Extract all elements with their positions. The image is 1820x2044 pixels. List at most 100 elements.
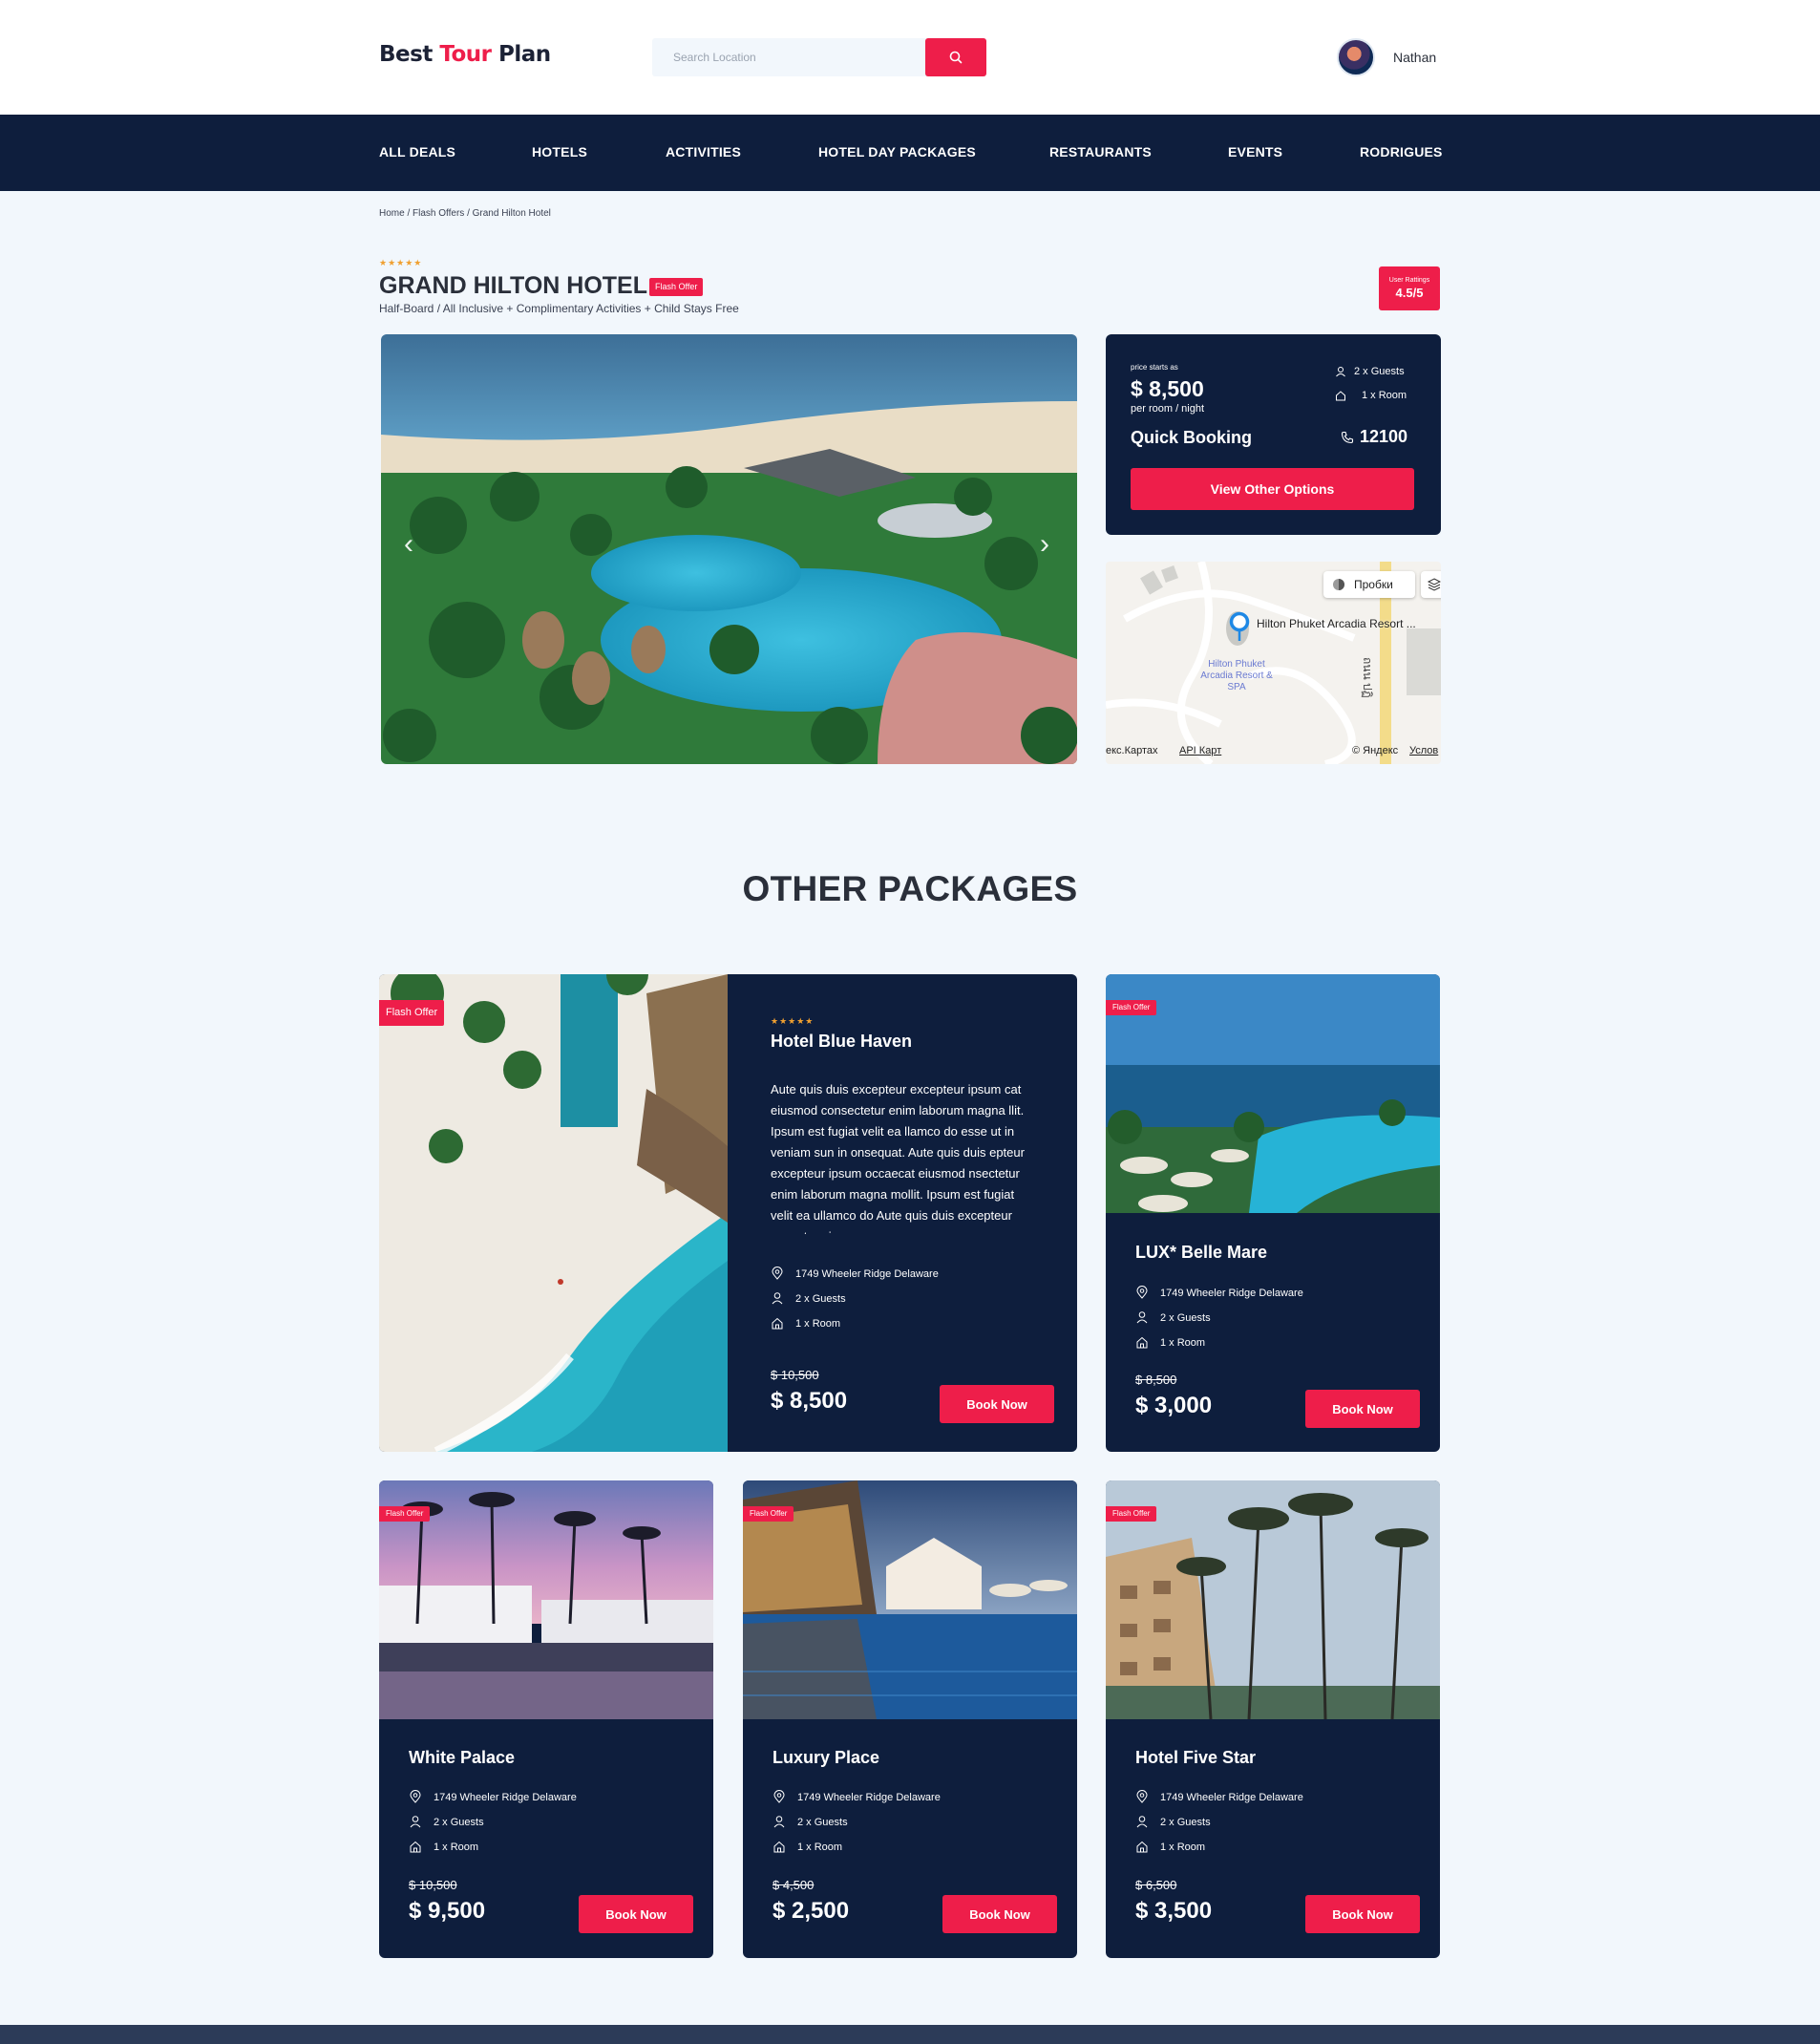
package-name: Hotel Blue Haven — [771, 1032, 913, 1051]
rooms-row: 1 x Room — [772, 1840, 842, 1853]
location-map[interactable]: Пробки Hilton Phuket Arcadia Resort ... … — [1106, 562, 1441, 764]
address-row: 1749 Wheeler Ridge Delaware — [1135, 1790, 1303, 1803]
rooms-row: 1 x Room — [1135, 1840, 1205, 1853]
package-name: Hotel Five Star — [1135, 1748, 1257, 1767]
user-rating-badge: User Rattings 4.5/5 — [1379, 266, 1440, 310]
rating-value: 4.5/5 — [1395, 286, 1424, 300]
address-row: 1749 Wheeler Ridge Delaware — [771, 1267, 939, 1280]
main-nav: ALL DEALS HOTELS ACTIVITIES HOTEL DAY PA… — [0, 115, 1820, 191]
map-terms-link[interactable]: Услов — [1409, 745, 1438, 756]
resort-aerial-image — [381, 334, 1077, 764]
location-pin-icon — [1136, 1286, 1148, 1299]
map-poi-name: Hilton Phuket Arcadia Resort ... — [1257, 617, 1416, 630]
hotel-stars: ★★★★★ — [379, 258, 423, 267]
package-card: Flash Offer White Palace 1749 Wheeler Ri… — [379, 1480, 713, 1958]
map-footer-left: екс.Картах — [1106, 745, 1158, 756]
price-label: price starts as — [1131, 363, 1178, 372]
price: $ 3,000 — [1135, 1393, 1213, 1418]
search-icon — [949, 51, 963, 64]
home-icon — [1136, 1336, 1148, 1349]
user-icon — [773, 1816, 785, 1828]
location-pin-icon — [1136, 1790, 1148, 1803]
hero-image: ‹ › — [381, 334, 1077, 764]
user-icon — [772, 1292, 783, 1305]
home-icon — [410, 1841, 421, 1853]
map-api-link[interactable]: API Карт — [1179, 745, 1221, 756]
package-rooms: 1 x Room — [795, 1318, 841, 1330]
booking-card: price starts as $ 8,500 per room / night… — [1106, 334, 1441, 535]
book-now-button[interactable]: Book Now — [1305, 1390, 1420, 1428]
package-rooms: 1 x Room — [1160, 1842, 1206, 1853]
package-rooms: 1 x Room — [797, 1842, 843, 1853]
old-price: $ 8,500 — [1135, 1373, 1177, 1387]
carousel-prev-arrow[interactable]: ‹ — [404, 530, 413, 559]
map-street-label: ถนน ปฏิ — [1361, 657, 1374, 698]
flash-offer-badge: Flash Offer — [649, 278, 704, 296]
package-address: 1749 Wheeler Ridge Delaware — [795, 1268, 939, 1280]
nav-item-rodrigues[interactable]: RODRIGUES — [1360, 144, 1443, 160]
rooms-row: 1 x Room — [409, 1840, 478, 1853]
address-row: 1749 Wheeler Ridge Delaware — [772, 1790, 941, 1803]
layers-icon — [1427, 578, 1441, 591]
package-description: Aute quis duis excepteur excepteur ipsum… — [771, 1082, 1025, 1234]
quick-booking-phone[interactable]: 12100 — [1341, 427, 1407, 447]
breadcrumb[interactable]: Home / Flash Offers / Grand Hilton Hotel — [379, 208, 551, 219]
nav-item-activities[interactable]: ACTIVITIES — [666, 144, 741, 160]
package-card: Flash Offer LUX* Belle Mare 1749 Wheeler… — [1106, 974, 1440, 1452]
guests-row: 2 x Guests — [772, 1815, 848, 1828]
location-pin-icon — [410, 1790, 421, 1803]
package-address: 1749 Wheeler Ridge Delaware — [1160, 1288, 1303, 1299]
user-icon — [1336, 367, 1345, 377]
nav-item-events[interactable]: EVENTS — [1228, 144, 1282, 160]
map-copyright: © Яндекс — [1352, 745, 1399, 756]
package-name: LUX* Belle Mare — [1135, 1243, 1268, 1262]
featured-package-image — [379, 974, 728, 1452]
phone-icon — [1341, 431, 1354, 444]
nav-item-restaurants[interactable]: RESTAURANTS — [1049, 144, 1152, 160]
guests-row: 2 x Guests — [1135, 1310, 1211, 1324]
home-icon — [773, 1841, 785, 1853]
book-now-button[interactable]: Book Now — [579, 1895, 693, 1933]
book-now-button[interactable]: Book Now — [1305, 1895, 1420, 1933]
rooms-row: 1 x Room — [1135, 1335, 1205, 1349]
nav-item-hotel-day-packages[interactable]: HOTEL DAY PACKAGES — [818, 144, 976, 160]
traffic-label: Пробки — [1354, 578, 1393, 591]
view-other-options-button[interactable]: View Other Options — [1131, 468, 1414, 510]
search-input[interactable] — [652, 38, 925, 76]
book-now-button[interactable]: Book Now — [942, 1895, 1057, 1933]
old-price: $ 4,500 — [772, 1878, 815, 1892]
traffic-toggle[interactable]: Пробки — [1323, 571, 1415, 598]
carousel-next-arrow[interactable]: › — [1040, 530, 1049, 559]
old-price: $ 10,500 — [771, 1368, 819, 1382]
search-button[interactable] — [925, 38, 986, 76]
footer-strip — [0, 2025, 1820, 2044]
rooms-row: 1 x Room — [771, 1316, 840, 1330]
flash-offer-badge: Flash Offer — [1106, 1506, 1157, 1522]
package-stars: ★★★★★ — [771, 1016, 815, 1026]
nav-item-all-deals[interactable]: ALL DEALS — [379, 144, 455, 160]
package-card: Flash Offer Hotel Five Star 1749 Wheeler… — [1106, 1480, 1440, 1958]
nav-item-hotels[interactable]: HOTELS — [532, 144, 587, 160]
book-now-button[interactable]: Book Now — [940, 1385, 1054, 1423]
price: $ 2,500 — [772, 1898, 850, 1924]
location-pin-icon — [773, 1790, 785, 1803]
package-name: Luxury Place — [772, 1748, 880, 1767]
flash-offer-badge: Flash Offer — [1106, 1000, 1157, 1015]
user-icon — [1136, 1311, 1148, 1324]
home-icon — [1136, 1841, 1148, 1853]
map-layers-button[interactable] — [1421, 571, 1441, 598]
flash-offer-badge: Flash Offer — [743, 1506, 794, 1522]
rating-label: User Rattings — [1388, 277, 1430, 284]
username[interactable]: Nathan — [1393, 50, 1436, 65]
section-title: OTHER PACKAGES — [742, 869, 1078, 908]
home-icon — [772, 1317, 783, 1330]
old-price: $ 10,500 — [409, 1878, 457, 1892]
package-guests: 2 x Guests — [1160, 1312, 1211, 1324]
package-guests: 2 x Guests — [1160, 1817, 1211, 1828]
package-address: 1749 Wheeler Ridge Delaware — [434, 1792, 577, 1803]
package-rooms: 1 x Room — [434, 1842, 479, 1853]
avatar[interactable] — [1337, 38, 1375, 76]
site-logo[interactable]: Best Tour Plan — [379, 42, 551, 67]
quick-booking-label: Quick Booking — [1131, 428, 1253, 447]
guests-row: 2 x Guests — [1135, 1815, 1211, 1828]
